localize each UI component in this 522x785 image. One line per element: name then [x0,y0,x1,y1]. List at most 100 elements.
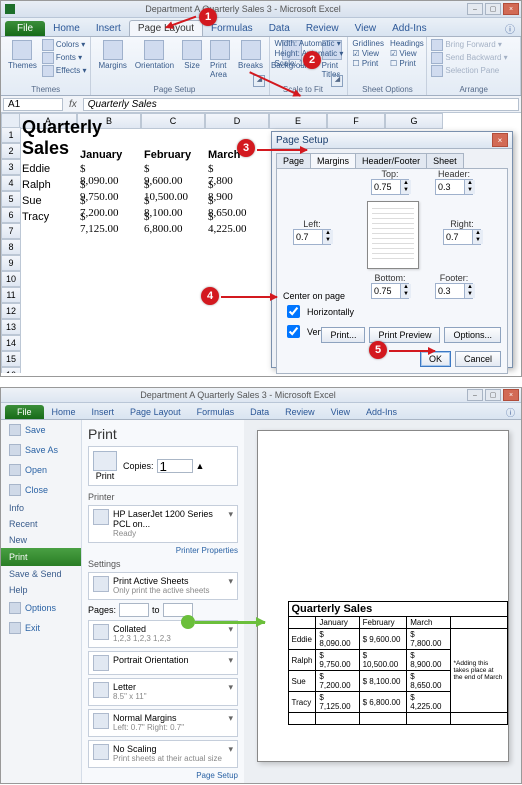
col-header-G[interactable]: G [385,113,443,129]
gridlines-print-check[interactable]: ☐ Print [352,59,384,68]
opt-collated[interactable]: Collated1,2,3 1,2,3 1,2,3 ▾ [88,620,238,648]
page-from-input[interactable] [119,603,149,617]
formula-input[interactable]: Quarterly Sales [83,98,519,111]
bp-tab-view[interactable]: View [323,405,358,419]
bp-minimize[interactable]: – [467,389,483,401]
row-header-6[interactable]: 6 [1,207,21,223]
scale-dialog-launcher[interactable]: ◢ [331,75,343,87]
themes-button[interactable]: Themes [5,39,40,77]
dialog-close-button[interactable]: × [492,133,508,147]
margin-footer-spin[interactable]: ▲▼ [435,283,473,299]
bp-tab-review[interactable]: Review [277,405,323,419]
bp-tab-formulas[interactable]: Formulas [189,405,243,419]
name-cell[interactable]: Ralph [19,179,54,191]
orientation-button[interactable]: Orientation [132,39,177,80]
nav-recent[interactable]: Recent [1,516,81,532]
row-header-16[interactable]: 16 [1,367,21,373]
margin-bottom-spin[interactable]: ▲▼ [371,283,409,299]
help-icon[interactable]: ⓘ [505,21,515,36]
row-header-4[interactable]: 4 [1,175,21,191]
row-header-13[interactable]: 13 [1,319,21,335]
minimize-button[interactable]: – [467,3,483,15]
nav-close[interactable]: Close [1,480,81,500]
nav-save-send[interactable]: Save & Send [1,566,81,582]
effects-menu[interactable]: Effects ▾ [42,65,87,77]
tab-home[interactable]: Home [45,21,88,36]
headings-print-check[interactable]: ☐ Print [390,59,424,68]
row-headers[interactable]: 12345678910111213141516 [1,127,21,373]
row-header-2[interactable]: 2 [1,143,21,159]
name-cell[interactable]: Eddie [19,163,53,175]
nav-save[interactable]: Save [1,420,81,440]
name-box[interactable]: A1 [3,98,63,111]
dlg-cancel-button[interactable]: Cancel [455,351,501,367]
dlg-print-button[interactable]: Print... [321,327,365,343]
tab-data[interactable]: Data [261,21,298,36]
margin-header-spin[interactable]: ▲▼ [435,179,473,195]
fonts-menu[interactable]: Fonts ▾ [42,52,87,64]
gridlines-view-check[interactable]: ☑ View [352,49,384,58]
col-header-E[interactable]: E [269,113,327,129]
dlg-tab-page[interactable]: Page [276,153,311,168]
opt-margins[interactable]: Normal MarginsLeft: 0.7" Right: 0.7" ▾ [88,709,238,737]
print-area-button[interactable]: Print Area [207,39,233,80]
headings-view-check[interactable]: ☑ View [390,49,424,58]
dlg-tab-margins[interactable]: Margins [310,153,356,168]
header-cell[interactable]: February [141,149,194,161]
dlg-tab-sheet[interactable]: Sheet [426,153,464,168]
bp-maximize[interactable]: ▢ [485,389,501,401]
row-header-1[interactable]: 1 [1,127,21,143]
bp-file-tab[interactable]: File [5,405,44,419]
bp-tab-home[interactable]: Home [44,405,84,419]
printer-selector[interactable]: HP LaserJet 1200 Series PCL on...Ready ▾ [88,505,238,543]
opt-print-sheets[interactable]: Print Active SheetsOnly print the active… [88,572,238,600]
bp-tab-page-layout[interactable]: Page Layout [122,405,189,419]
nav-help[interactable]: Help [1,582,81,598]
col-header-D[interactable]: D [205,113,269,129]
bp-tab-addins[interactable]: Add-Ins [358,405,405,419]
nav-info[interactable]: Info [1,500,81,516]
row-header-7[interactable]: 7 [1,223,21,239]
copies-spin-up[interactable]: ▲ [196,461,205,471]
row-header-8[interactable]: 8 [1,239,21,255]
opt-orientation[interactable]: Portrait Orientation ▾ [88,651,238,675]
tab-review[interactable]: Review [298,21,347,36]
name-cell[interactable]: Sue [19,195,45,207]
value-cell[interactable]: $ 7,125.00 [77,211,122,235]
col-header-C[interactable]: C [141,113,205,129]
margin-right-spin[interactable]: ▲▼ [443,229,481,245]
margin-top-spin[interactable]: ▲▼ [371,179,409,195]
row-header-11[interactable]: 11 [1,287,21,303]
tab-insert[interactable]: Insert [88,21,129,36]
sheet-title-cell[interactable]: Quarterly Sales [19,127,105,149]
tab-addins[interactable]: Add-Ins [384,21,434,36]
row-header-15[interactable]: 15 [1,351,21,367]
bp-help-icon[interactable]: ⓘ [506,406,515,419]
margin-left-spin[interactable]: ▲▼ [293,229,331,245]
copies-input[interactable] [157,459,193,473]
bp-close[interactable]: × [503,389,519,401]
dlg-tab-headerfooter[interactable]: Header/Footer [355,153,427,168]
name-cell[interactable]: Tracy [19,211,52,223]
value-cell[interactable]: $ 6,800.00 [141,211,186,235]
maximize-button[interactable]: ▢ [485,3,501,15]
row-header-9[interactable]: 9 [1,255,21,271]
opt-paper-size[interactable]: Letter8.5" x 11" ▾ [88,678,238,706]
page-setup-link[interactable]: Page Setup [88,771,238,780]
nav-save-as[interactable]: Save As [1,440,81,460]
size-button[interactable]: Size [179,39,205,80]
row-header-5[interactable]: 5 [1,191,21,207]
close-button[interactable]: × [503,3,519,15]
row-header-3[interactable]: 3 [1,159,21,175]
nav-options[interactable]: Options [1,598,81,618]
row-header-12[interactable]: 12 [1,303,21,319]
bp-tab-data[interactable]: Data [242,405,277,419]
bp-tab-insert[interactable]: Insert [84,405,123,419]
nav-open[interactable]: Open [1,460,81,480]
tab-view[interactable]: View [347,21,385,36]
center-horizontally-check[interactable]: Horizontally [283,302,354,321]
width-field[interactable]: Width: Automatic ▾ [274,39,343,48]
value-cell[interactable]: $ 4,225.00 [205,211,250,235]
nav-new[interactable]: New [1,532,81,548]
header-cell[interactable]: January [77,149,125,161]
